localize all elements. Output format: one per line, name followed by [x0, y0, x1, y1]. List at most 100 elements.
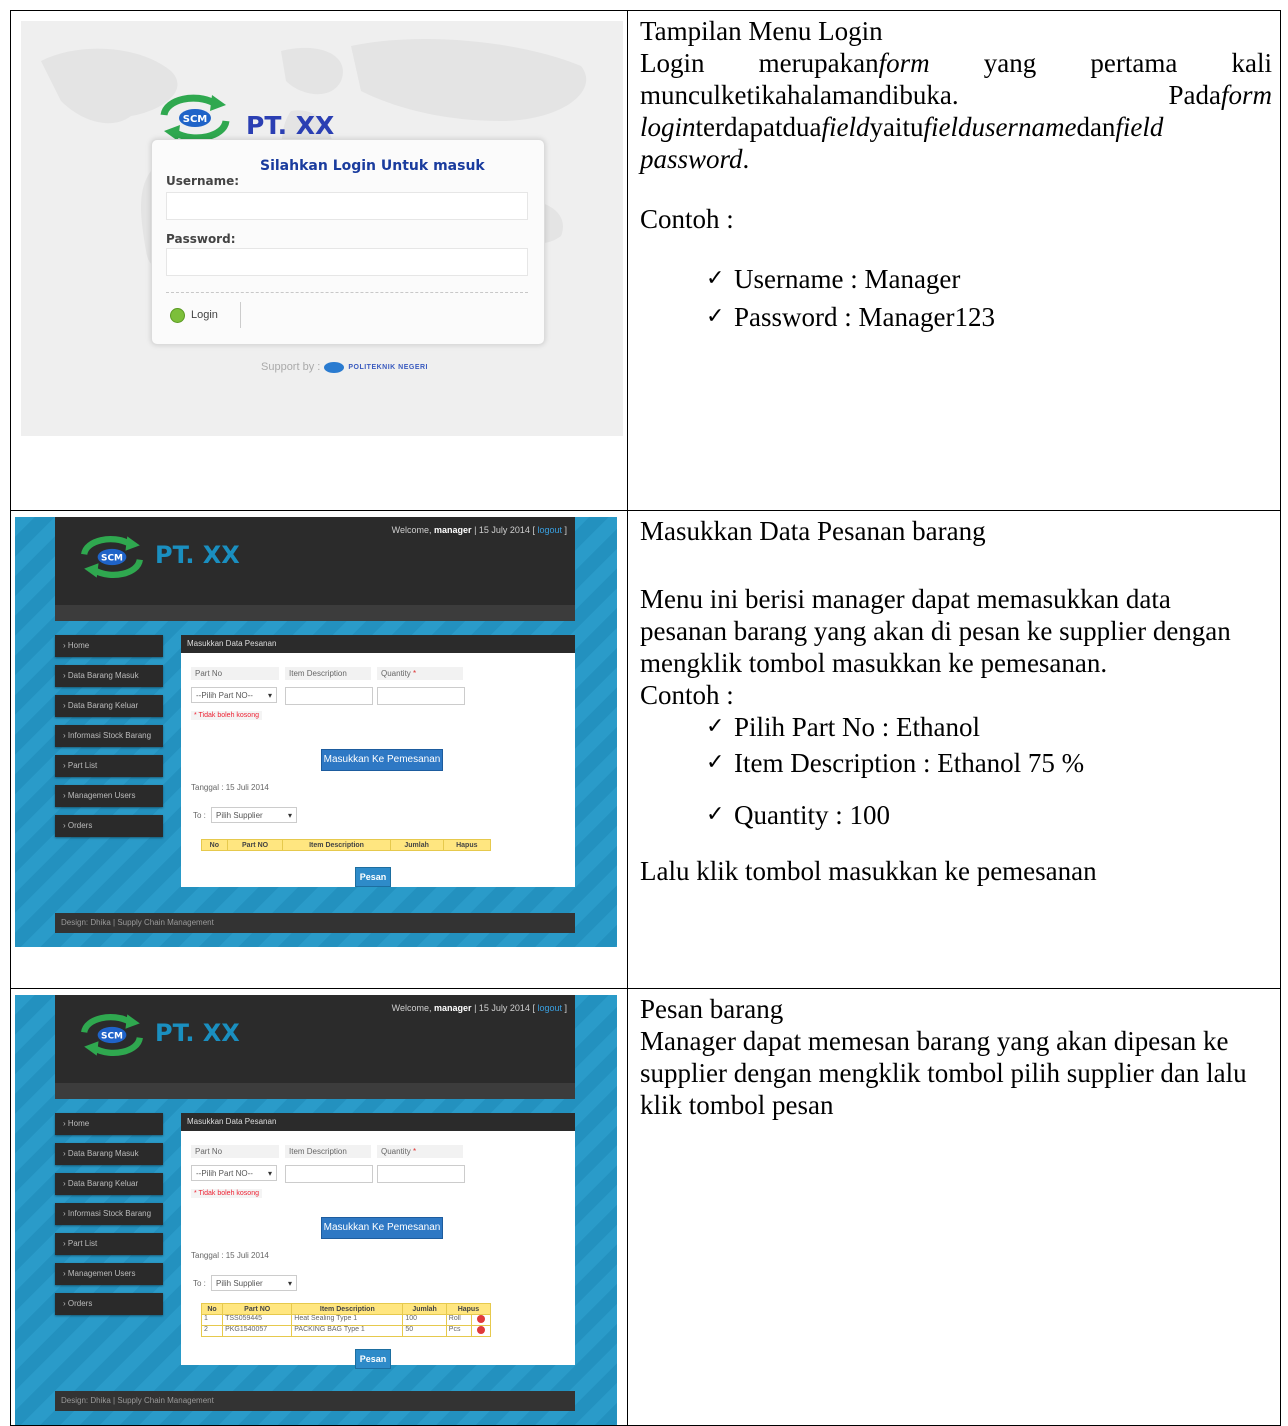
insert-order-button[interactable]: Masukkan Ke Pemesanan: [321, 1217, 443, 1239]
example-item: Password : Manager123: [706, 301, 1280, 333]
menu-item-part-list[interactable]: › Part List: [55, 755, 163, 777]
desc-text: dan: [1076, 112, 1116, 142]
order-date: Tanggal : 15 Juli 2014: [191, 783, 269, 792]
order-table: No Part NO Item Description Jumlah Hapus…: [200, 1303, 492, 1337]
app-screenshot-input: SCM PT. XX Welcome, manager | 15 July 20…: [15, 517, 617, 947]
row-input-order: SCM PT. XX Welcome, manager | 15 July 20…: [10, 510, 1281, 989]
document-table: SCM PT. XX Silahkan Login Untuk masuk Us…: [10, 10, 1281, 1426]
item-description-input[interactable]: [285, 687, 373, 705]
column-header: Hapus: [445, 1303, 492, 1315]
menu-item-users[interactable]: › Managemen Users: [55, 1263, 163, 1285]
delete-icon[interactable]: [476, 1326, 485, 1334]
company-name: PT. XX: [246, 111, 335, 140]
column-header: No: [201, 839, 228, 851]
welcome-text: Welcome,: [391, 1003, 435, 1013]
support-footer: Support by : POLITEKNIK NEGERI: [261, 361, 428, 373]
table-cell: 1: [200, 1314, 224, 1326]
menu-item-barang-keluar[interactable]: › Data Barang Keluar: [55, 695, 163, 717]
menu-item-stock[interactable]: › Informasi Stock Barang: [55, 1203, 163, 1225]
logout-link[interactable]: logout: [537, 1003, 562, 1013]
desc-italic: fieldusername: [923, 112, 1077, 142]
panel-title: Masukkan Data Pesanan: [181, 1113, 575, 1131]
example-label: Contoh :: [640, 680, 734, 710]
welcome-text: ]: [561, 1003, 567, 1013]
column-header: Jumlah: [389, 839, 444, 851]
menu-item-orders[interactable]: › Orders: [55, 815, 163, 837]
logo-text: SCM: [101, 554, 123, 564]
part-no-select[interactable]: --Pilih Part NO--: [191, 687, 277, 704]
input-order-description: Menu ini berisi manager dapat memasukkan…: [640, 584, 1231, 678]
desc-text: terdapatdua: [695, 112, 822, 142]
menu-item-barang-masuk[interactable]: › Data Barang Masuk: [55, 1143, 163, 1165]
app-screenshot-order: SCM PT. XX Welcome, manager | 15 July 20…: [15, 995, 617, 1425]
section-title: Masukkan Data Pesanan barang: [640, 516, 986, 546]
table-cell: 100: [402, 1314, 447, 1326]
item-description-input[interactable]: [285, 1165, 373, 1183]
supplier-select[interactable]: Pilih Supplier: [211, 1275, 297, 1292]
table-cell: PKG1540057: [222, 1325, 293, 1337]
password-field[interactable]: [166, 248, 528, 276]
delete-icon[interactable]: [476, 1315, 485, 1323]
app-footer: Design: Dhika | Supply Chain Management: [55, 1391, 575, 1411]
part-no-select[interactable]: --Pilih Part NO--: [191, 1165, 277, 1182]
table-cell: Roll: [445, 1314, 472, 1326]
column-header: Part NO: [226, 839, 284, 851]
welcome-user: manager: [434, 1003, 472, 1013]
menu-item-orders[interactable]: › Orders: [55, 1293, 163, 1315]
menu-item-home[interactable]: › Home: [55, 635, 163, 657]
table-header: No Part NO Item Description Jumlah Hapus: [201, 839, 492, 851]
app-footer: Design: Dhika | Supply Chain Management: [55, 913, 575, 933]
menu-item-users[interactable]: › Managemen Users: [55, 785, 163, 807]
table-row: 2 PKG1540057 PACKING BAG Type 1 50 Pcs: [200, 1325, 492, 1337]
column-header: Hapus: [442, 839, 492, 851]
login-description-cell: Tampilan Menu Login Login merupakanform …: [627, 10, 1281, 511]
table-header: No Part NO Item Description Jumlah Hapus: [200, 1303, 492, 1315]
menu-item-barang-masuk[interactable]: › Data Barang Masuk: [55, 665, 163, 687]
section-title: Tampilan Menu Login: [640, 16, 883, 46]
quantity-input[interactable]: [377, 687, 465, 705]
pesan-button[interactable]: Pesan: [355, 867, 391, 887]
desc-text: yaitu: [869, 112, 924, 142]
welcome-date: | 15 July 2014 [: [471, 525, 538, 535]
order-description: Manager dapat memesan barang yang akan d…: [640, 1026, 1247, 1120]
sidebar-menu: › Home › Data Barang Masuk › Data Barang…: [55, 1113, 163, 1323]
menu-item-home[interactable]: › Home: [55, 1113, 163, 1135]
login-button[interactable]: Login: [164, 302, 241, 328]
table-cell: TSS059445: [222, 1314, 293, 1326]
closing-instruction: Lalu klik tombol masukkan ke pemesanan: [640, 856, 1097, 886]
required-mark: *: [413, 1147, 417, 1156]
supplier-select[interactable]: Pilih Supplier: [211, 807, 297, 824]
to-label: To :: [193, 1279, 206, 1288]
quantity-input[interactable]: [377, 1165, 465, 1183]
logo-text: SCM: [101, 1032, 123, 1042]
login-button-label: Login: [191, 309, 218, 321]
quantity-label: Quantity *: [377, 667, 463, 680]
validation-error: * Tidak boleh kosong: [191, 711, 262, 720]
welcome-user: manager: [434, 525, 472, 535]
desc-text: Login merupakan: [640, 48, 879, 78]
column-header: Part NO: [222, 1303, 293, 1315]
sponsor-name: POLITEKNIK NEGERI: [348, 363, 429, 371]
section-title: Pesan barang: [640, 994, 784, 1024]
username-field[interactable]: [166, 192, 528, 220]
table-cell: Pcs: [445, 1325, 472, 1337]
row-order: SCM PT. XX Welcome, manager | 15 July 20…: [10, 988, 1281, 1426]
sidebar-menu: › Home › Data Barang Masuk › Data Barang…: [55, 635, 163, 845]
insert-order-button[interactable]: Masukkan Ke Pemesanan: [321, 749, 443, 771]
company-name: PT. XX: [155, 541, 240, 569]
menu-item-stock[interactable]: › Informasi Stock Barang: [55, 725, 163, 747]
pesan-button[interactable]: Pesan: [355, 1349, 391, 1369]
order-panel: Masukkan Data Pesanan Part No Item Descr…: [181, 635, 575, 887]
login-description: Login merupakanform yang pertama kali mu…: [640, 47, 1280, 175]
table-cell: PACKING BAG Type 1: [291, 1325, 404, 1337]
column-header: Item Description: [282, 839, 391, 851]
panel-title: Masukkan Data Pesanan: [181, 635, 575, 653]
menu-item-part-list[interactable]: › Part List: [55, 1233, 163, 1255]
welcome-text: Welcome,: [391, 525, 435, 535]
delete-cell: [470, 1314, 492, 1326]
logout-link[interactable]: logout: [537, 525, 562, 535]
quantity-label-text: Quantity: [381, 1147, 414, 1156]
example-item: Item Description : Ethanol 75 %: [706, 747, 1280, 779]
desc-text: .: [742, 144, 750, 174]
menu-item-barang-keluar[interactable]: › Data Barang Keluar: [55, 1173, 163, 1195]
